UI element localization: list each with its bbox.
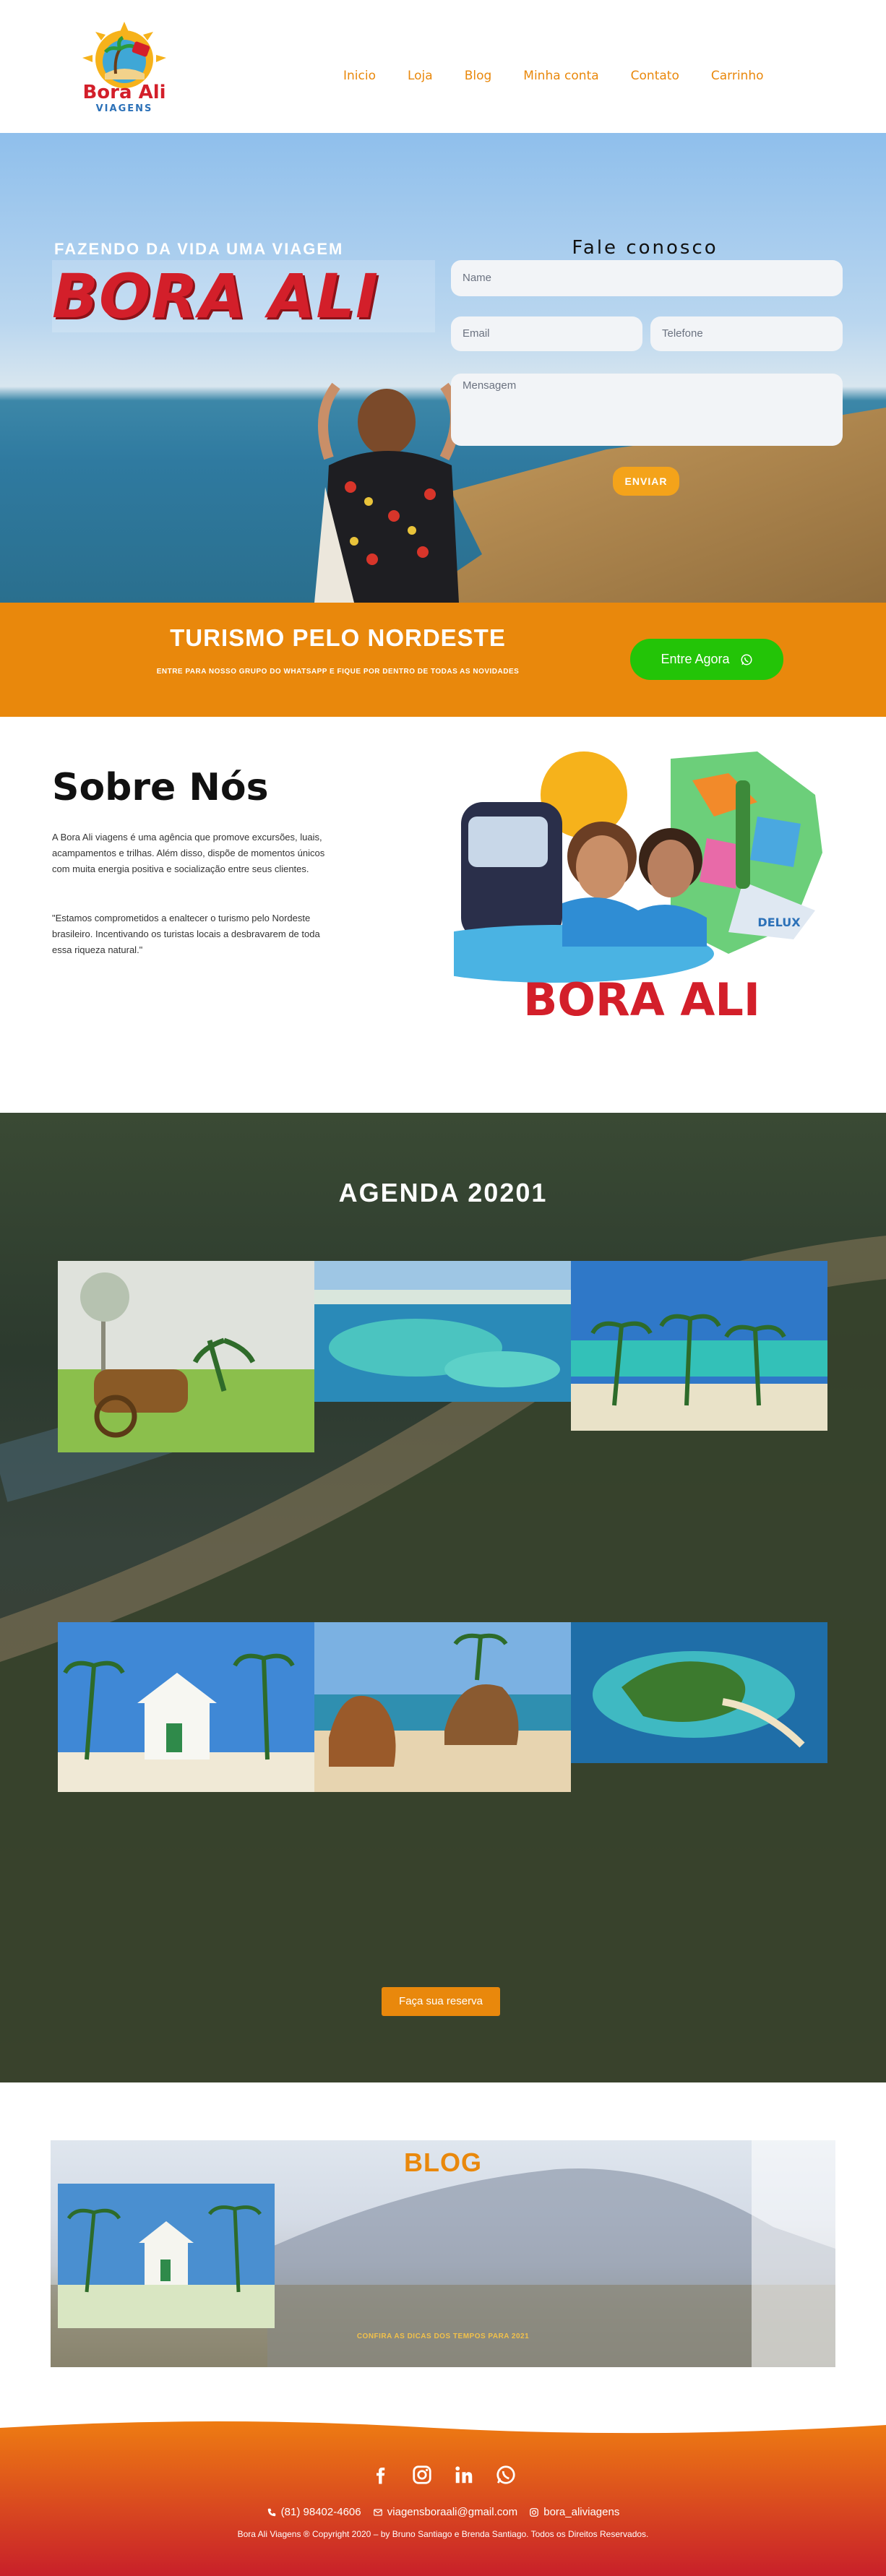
footer-contacts: (81) 98402-4606 viagensboraali@gmail.com…	[0, 2506, 886, 2518]
footer-copyright: Bora Ali Viagens ® Copyright 2020 – by B…	[237, 2529, 649, 2539]
join-whatsapp-label: Entre Agora	[661, 652, 730, 666]
about-paragraph-2: "Estamos comprometidos a enaltecer o tur…	[52, 913, 320, 955]
whatsapp-cta-band: TURISMO PELO NORDESTE ENTRE PARA NOSSO G…	[0, 603, 886, 717]
name-input[interactable]: Name	[451, 260, 843, 296]
footer-email[interactable]: viagensboraali@gmail.com	[373, 2506, 517, 2518]
page: Bora Ali VIAGENS Inicio Loja Blog Minha …	[0, 0, 886, 2576]
hero-tagline: FAZENDO DA VIDA UMA VIAGEM	[54, 240, 344, 258]
blog-caption: CONFIRA AS DICAS DOS TEMPOS PARA 2021	[356, 2332, 530, 2340]
footer-social-links	[0, 2464, 886, 2486]
hero-section: FAZENDO DA VIDA UMA VIAGEM BORA ALI Fale…	[0, 133, 886, 603]
agenda-background-image	[0, 1236, 886, 2082]
main-nav: Inicio Loja Blog Minha conta Contato Car…	[343, 69, 796, 83]
logo-subtext: VIAGENS	[96, 103, 153, 114]
linkedin-icon[interactable]	[453, 2464, 475, 2486]
email-icon	[373, 2509, 382, 2516]
agenda-tile-palm-beach[interactable]	[571, 1261, 827, 1431]
nav-contato[interactable]: Contato	[631, 69, 679, 83]
footer-phone-text: (81) 98402-4606	[280, 2506, 361, 2518]
footer-background	[0, 2421, 886, 2576]
join-whatsapp-button[interactable]: Entre Agora	[630, 639, 783, 680]
nav-loja[interactable]: Loja	[408, 69, 433, 83]
email-input[interactable]: Email	[451, 316, 642, 351]
message-textarea[interactable]: Mensagem	[451, 374, 843, 446]
footer-instagram-text: bora_aliviagens	[543, 2506, 620, 2518]
reserve-button[interactable]: Faça sua reserva	[382, 1987, 500, 2016]
agenda-tile-fog-cart[interactable]	[58, 1261, 314, 1452]
about-title: Sobre Nós	[52, 766, 269, 809]
facebook-icon[interactable]	[369, 2464, 391, 2486]
about-illustration-text: BORA ALI	[523, 973, 760, 1026]
blog-post-image[interactable]	[58, 2184, 275, 2328]
footer-phone[interactable]: (81) 98402-4606	[267, 2506, 361, 2518]
nav-blog[interactable]: Blog	[465, 69, 492, 83]
blog-title: BLOG	[404, 2148, 482, 2177]
hero-title: BORA ALI	[52, 260, 435, 332]
nav-carrinho[interactable]: Carrinho	[711, 69, 764, 83]
whatsapp-icon[interactable]	[495, 2464, 517, 2486]
nav-inicio[interactable]: Inicio	[343, 69, 376, 83]
bora-ali-logo[interactable]: Bora Ali VIAGENS	[72, 22, 177, 116]
site-header: Bora Ali VIAGENS Inicio Loja Blog Minha …	[0, 0, 886, 133]
agenda-tile-rocks[interactable]	[314, 1622, 571, 1792]
band-subtitle: ENTRE PARA NOSSO GRUPO DO WHATSAPP E FIQ…	[156, 668, 520, 676]
send-button[interactable]: ENVIAR	[613, 467, 679, 496]
agenda-tile-chapel[interactable]	[58, 1622, 314, 1792]
contact-form-title: Fale conosco	[572, 237, 718, 259]
agenda-section: AGENDA 20201 Faça sua reserva	[0, 1113, 886, 2082]
footer-instagram[interactable]: bora_aliviagens	[529, 2506, 619, 2518]
band-title: TURISMO PELO NORDESTE	[170, 624, 506, 651]
phone-icon	[267, 2508, 275, 2517]
whatsapp-icon	[741, 654, 752, 665]
blog-section: BLOG CONFIRA AS DICAS DOS TEMPOS PARA 20…	[51, 2140, 835, 2367]
logo-text: Bora Ali	[82, 82, 165, 103]
nav-minha-conta[interactable]: Minha conta	[523, 69, 598, 83]
agenda-title: AGENDA 20201	[338, 1178, 548, 1207]
about-paragraph-1: A Bora Ali viagens é uma agência que pro…	[52, 832, 325, 874]
about-illustration: DELUX BORA ALI	[454, 751, 822, 1026]
site-footer: (81) 98402-4606 viagensboraali@gmail.com…	[0, 2421, 886, 2576]
about-boat-text: DELUX	[757, 916, 801, 929]
phone-input[interactable]: Telefone	[650, 316, 843, 351]
agenda-tile-reef[interactable]	[314, 1261, 571, 1402]
footer-email-text: viagensboraali@gmail.com	[387, 2506, 518, 2518]
instagram-icon[interactable]	[411, 2464, 433, 2486]
agenda-tile-island[interactable]	[571, 1622, 827, 1763]
instagram-small-icon	[530, 2508, 539, 2517]
